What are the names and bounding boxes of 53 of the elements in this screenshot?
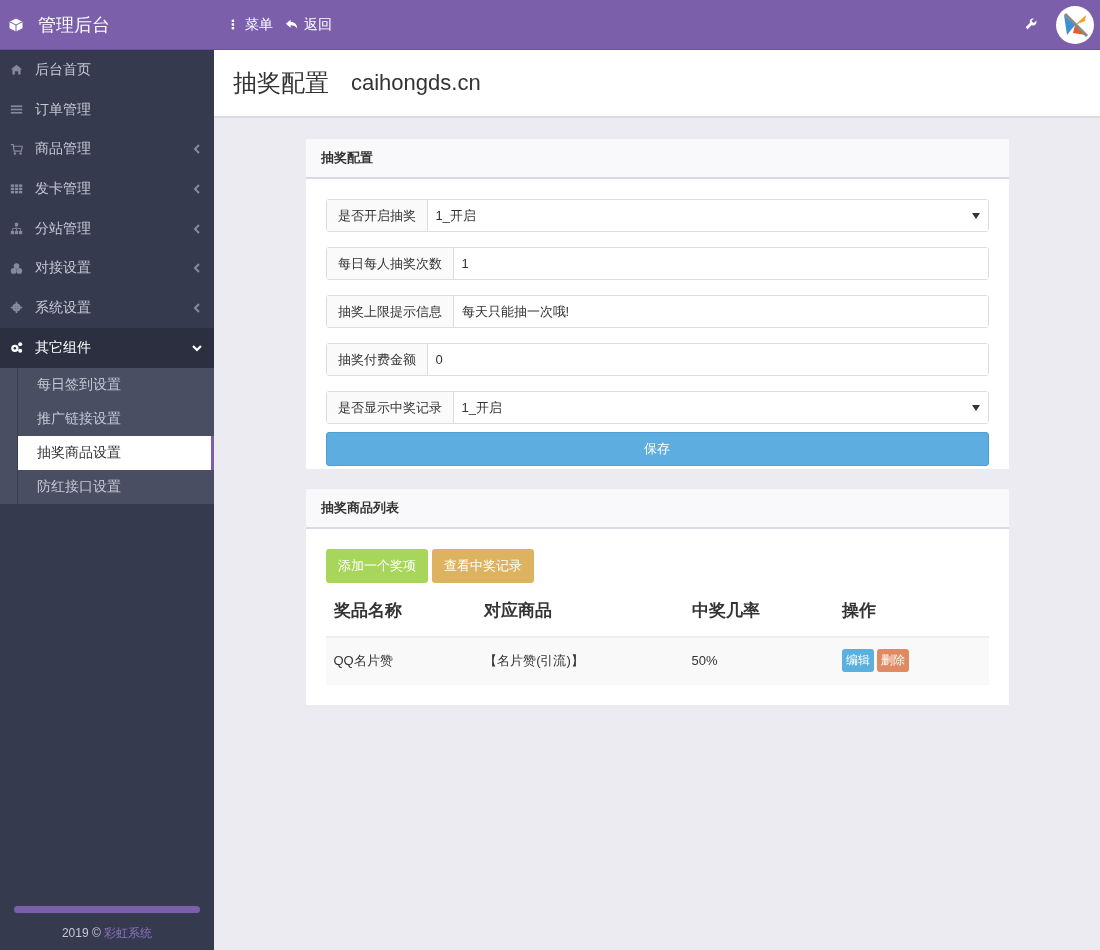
text-field[interactable]: 抽奖付费金额 0	[325, 343, 989, 376]
select-field[interactable]: 是否显示中奖记录 1_开启	[325, 391, 989, 424]
chevron-left-icon	[192, 263, 202, 274]
cart-icon	[10, 142, 23, 156]
home-icon	[10, 63, 23, 77]
sidebar-item[interactable]: 后台首页	[0, 50, 214, 90]
field-label: 是否显示中奖记录	[326, 392, 454, 423]
brand-title: 管理后台	[38, 13, 110, 37]
sidebar-item[interactable]: 订单管理	[0, 89, 214, 130]
reply-arrow-icon	[285, 18, 298, 31]
gears-icon	[10, 341, 23, 355]
submenu-item[interactable]: 抽奖商品设置	[17, 435, 214, 470]
chevron-left-icon	[192, 183, 202, 194]
sidebar-item[interactable]: 分站管理	[0, 208, 214, 249]
chevron-down-icon	[192, 342, 202, 353]
text-field[interactable]: 每日每人抽奖次数 1	[325, 247, 989, 280]
sidebar-item[interactable]: 系统设置	[0, 288, 214, 328]
table-cell: 50%	[683, 637, 835, 685]
caret-icon	[971, 212, 980, 219]
grid-icon	[10, 182, 23, 196]
page-subtitle: caihongds.cn	[351, 70, 481, 96]
sitemap-icon	[10, 222, 23, 236]
avatar[interactable]	[1056, 5, 1094, 44]
panel-title: 抽奖商品列表	[305, 489, 1009, 529]
gear-icon	[10, 301, 23, 315]
select-value: 1_开启	[461, 398, 502, 417]
chevron-left-icon	[192, 144, 202, 155]
field-label: 是否开启抽奖	[326, 200, 428, 231]
chevron-left-icon	[192, 223, 202, 234]
caret-icon	[971, 404, 980, 411]
panel-title: 抽奖配置	[305, 139, 1009, 179]
copyright-text: 2019 © 彩虹系统	[61, 925, 153, 942]
cubes-icon	[10, 261, 23, 275]
cube-icon	[8, 16, 24, 33]
select-value: 1_开启	[435, 206, 476, 225]
field-label: 抽奖上限提示信息	[326, 296, 454, 327]
sidebar-item[interactable]: 商品管理	[0, 129, 214, 170]
colorful-logo-icon	[1061, 10, 1089, 39]
select-field[interactable]: 是否开启抽奖 1_开启	[325, 199, 989, 232]
wrench-icon	[1025, 18, 1038, 31]
sidebar-item[interactable]: 对接设置	[0, 248, 214, 289]
field-label: 抽奖付费金额	[326, 344, 428, 375]
sidebar-item[interactable]: 其它组件	[0, 327, 214, 368]
table-cell: 【名片赞(引流)】	[476, 637, 684, 685]
field-label: 每日每人抽奖次数	[326, 248, 454, 279]
chevron-left-icon	[192, 302, 202, 313]
text-field[interactable]: 抽奖上限提示信息 每天只能抽一次哦!	[325, 295, 989, 328]
back-button[interactable]: 返回	[285, 15, 332, 34]
menu-button[interactable]: 菜单	[226, 15, 273, 34]
table-cell: QQ名片赞	[325, 637, 477, 685]
sidebar-item[interactable]: 发卡管理	[0, 169, 214, 209]
list-icon	[10, 103, 23, 117]
page-title: 抽奖配置	[233, 68, 329, 98]
